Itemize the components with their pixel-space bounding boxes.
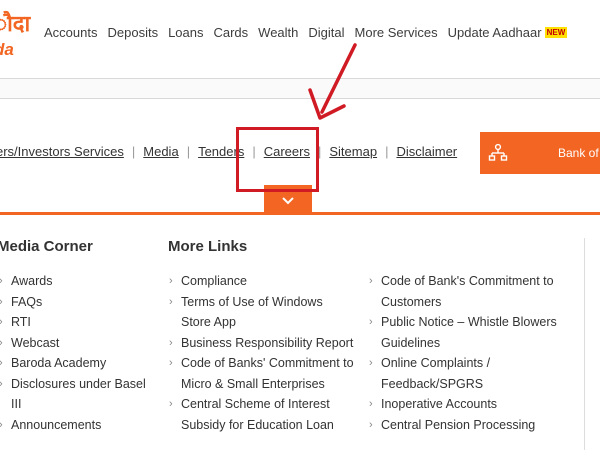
list-item[interactable]: › Inoperative Accounts <box>369 394 569 415</box>
annotation-highlight-box <box>236 127 319 192</box>
nav-wealth[interactable]: Wealth <box>258 25 298 40</box>
link-investors-services[interactable]: ers/Investors Services <box>0 144 124 159</box>
link-sitemap[interactable]: Sitemap <box>329 144 377 159</box>
chevron-right-icon: › <box>369 316 373 328</box>
list-item[interactable]: › Compliance <box>169 271 354 292</box>
list-item[interactable]: › Announcements <box>0 415 159 436</box>
list-item-label: Baroda Academy <box>11 356 107 370</box>
list-item-label: Business Responsibility Report <box>181 335 354 350</box>
media-corner-list: ›Awards›FAQs›RTI›Webcast›Baroda Academy›… <box>0 271 159 435</box>
logo-hindi-text: ौदा <box>0 12 31 37</box>
more-links-list: › Compliance › Terms of Use of Windows Stor… <box>169 271 354 435</box>
secondary-links: ers/Investors Services | Media | Tenders… <box>0 144 457 159</box>
media-corner-title: Media Corner <box>0 238 93 255</box>
nav-accounts[interactable]: Accounts <box>44 25 97 40</box>
network-icon <box>488 143 508 161</box>
chevron-right-icon: › <box>0 333 3 354</box>
chevron-right-icon: › <box>369 398 373 410</box>
nav-cards[interactable]: Cards <box>213 25 248 40</box>
nav-deposits[interactable]: Deposits <box>107 25 158 40</box>
new-badge: NEW <box>544 26 568 38</box>
list-item-label: RTI <box>11 315 31 329</box>
list-item[interactable]: › Awards <box>0 271 159 292</box>
list-item-label: Code of Banks' Commitment to Micro & Sma… <box>181 356 354 391</box>
chevron-right-icon: › <box>369 418 373 431</box>
list-item-label: Inoperative Accounts <box>381 397 498 411</box>
nav-update-aadhaar[interactable]: Update Aadhaar NEW <box>448 25 568 40</box>
chevron-down-icon <box>282 196 294 204</box>
list-item-label: FAQs <box>11 294 43 309</box>
main-nav: Accounts Deposits Loans Cards Wealth Dig… <box>44 23 577 41</box>
chevron-right-icon: › <box>169 295 173 308</box>
list-item[interactable]: › Code of Banks' Commitment to Micro & Sm… <box>169 353 354 394</box>
chevron-right-icon: › <box>0 312 3 333</box>
list-item-label: Online Complaints / Feedback/SPGRS <box>381 356 491 391</box>
column-divider <box>584 238 585 450</box>
chevron-right-icon: › <box>0 415 3 436</box>
list-item[interactable]: › Public Notice – Whistle Blowers Guideli… <box>369 312 569 353</box>
bank-of-label: Bank of <box>558 146 599 160</box>
list-item[interactable]: › Central Pension Processing <box>369 415 569 436</box>
chevron-right-icon: › <box>369 275 373 287</box>
bank-logo[interactable]: ौदा da <box>0 14 30 66</box>
list-item[interactable]: › RTI <box>0 312 159 333</box>
bank-of-button[interactable]: Bank of <box>480 132 600 174</box>
list-item-label: Public Notice – Whistle Blowers Guidelin… <box>381 315 557 350</box>
list-item[interactable]: › Business Responsibility Report <box>169 333 354 354</box>
chevron-right-icon: › <box>0 353 3 374</box>
chevron-right-icon: › <box>369 357 373 369</box>
list-item-label: Announcements <box>11 417 102 432</box>
list-item[interactable]: › Online Complaints / Feedback/SPGRS <box>369 353 569 394</box>
nav-more-services[interactable]: More Services <box>355 25 438 40</box>
chevron-right-icon: › <box>0 271 3 292</box>
list-item-label: Disclosures under Basel III <box>11 376 146 412</box>
list-item-label: Webcast <box>11 335 60 350</box>
chevron-right-icon: › <box>169 275 173 287</box>
list-item[interactable]: › Baroda Academy <box>0 353 159 374</box>
chevron-right-icon: › <box>169 398 173 410</box>
list-item[interactable]: › Code of Bank's Commitment to Customers <box>369 271 569 312</box>
link-disclaimer[interactable]: Disclaimer <box>396 144 457 159</box>
chevron-right-icon: › <box>169 357 173 369</box>
list-item-label: Awards <box>11 274 53 288</box>
list-item[interactable]: › Webcast <box>0 333 159 354</box>
more-links-title: More Links <box>168 238 248 255</box>
list-item-label: Compliance <box>181 274 248 288</box>
list-item[interactable]: › Disclosures under Basel III <box>0 374 159 415</box>
annotation-arrow <box>308 43 357 120</box>
more-links-list-2: › Code of Bank's Commitment to Customers ›… <box>369 271 569 435</box>
list-item-label: Central Pension Processing <box>381 417 536 432</box>
list-item[interactable]: › FAQs <box>0 292 159 313</box>
nav-digital[interactable]: Digital <box>308 25 344 40</box>
chevron-right-icon: › <box>0 292 3 313</box>
chevron-right-icon: › <box>0 374 3 395</box>
logo-english-text: da <box>0 40 14 59</box>
list-item-label: Terms of Use of Windows Store App <box>181 294 323 330</box>
link-media[interactable]: Media <box>143 144 178 159</box>
nav-loans[interactable]: Loans <box>168 25 203 40</box>
chevron-right-icon: › <box>169 336 173 349</box>
list-item[interactable]: › Terms of Use of Windows Store App <box>169 292 354 333</box>
list-item-label: Central Scheme of Interest Subsidy for E… <box>181 397 334 432</box>
list-item[interactable]: › Central Scheme of Interest Subsidy for … <box>169 394 354 435</box>
list-item-label: Code of Bank's Commitment to Customers <box>381 274 554 309</box>
nav-update-aadhaar-label: Update Aadhaar <box>447 24 542 40</box>
